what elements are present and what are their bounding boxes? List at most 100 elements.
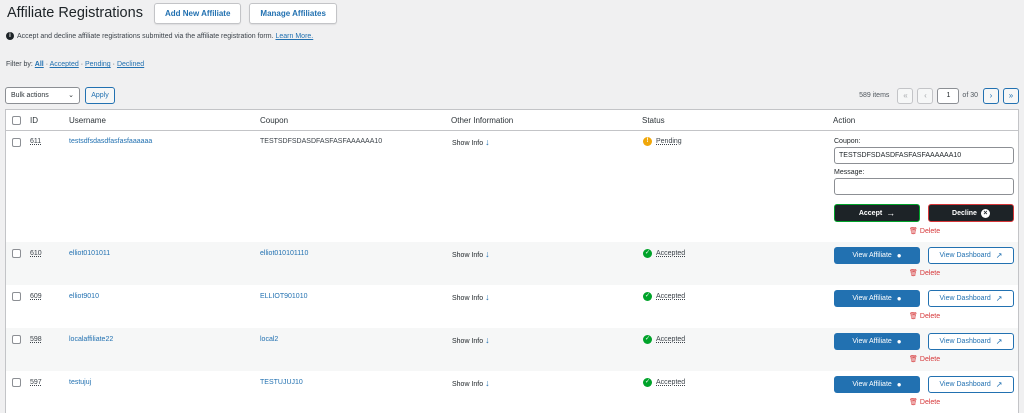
view-affiliate-label: View Affiliate [852,381,892,388]
delete-link[interactable]: 🗑 Delete [909,355,940,364]
total-pages: of 30 [962,92,978,99]
close-circle-icon: × [980,208,990,218]
show-info-toggle[interactable]: Show Info ↓ [452,335,490,345]
row-checkbox[interactable] [12,292,21,301]
show-info-toggle[interactable]: Show Info ↓ [452,292,490,302]
status-badge: ✓ Accepted [643,378,685,387]
external-link-icon: ↗ [995,251,1003,260]
chevron-down-icon: ⌄ [68,92,74,99]
coupon-field-label: Coupon: [834,138,861,145]
status-badge: ! Pending [643,137,682,146]
view-dashboard-button[interactable]: View Dashboard ↗ [928,333,1014,350]
view-dashboard-label: View Dashboard [939,338,991,345]
filter-pending-link[interactable]: Pending [85,61,111,68]
show-info-toggle[interactable]: Show Info ↓ [452,378,490,388]
view-dashboard-button[interactable]: View Dashboard ↗ [928,247,1014,264]
view-dashboard-label: View Dashboard [939,381,991,388]
decline-button[interactable]: Decline × [928,204,1014,222]
bulk-actions-select[interactable]: Bulk actions ⌄ [5,87,80,104]
manage-affiliates-button[interactable]: Manage Affiliates [249,2,337,24]
table-row: 597 testujuj TESTUJUJ10 Show Info ↓ ✓ Ac… [6,371,1018,413]
column-username[interactable]: Username [69,110,106,131]
delete-label: Delete [919,398,941,406]
message-input[interactable] [834,178,1014,195]
filter-all-link[interactable]: All [35,61,44,68]
row-checkbox[interactable] [12,138,21,147]
status-label: Accepted [656,250,686,257]
prev-page-button[interactable]: ‹ [917,87,934,104]
view-affiliate-button[interactable]: View Affiliate ● [834,376,920,393]
delete-link[interactable]: 🗑 Delete [909,227,940,236]
add-new-affiliate-button[interactable]: Add New Affiliate [153,2,242,24]
row-checkbox[interactable] [12,378,21,387]
trash-icon: 🗑 [909,313,918,320]
table-row: 611 testsdfsdasdfasfasfaaaaaa TESTSDFSDA… [6,131,1018,242]
external-link-icon: ↗ [995,380,1003,389]
learn-more-link[interactable]: Learn More. [276,33,314,40]
row-username-link[interactable]: testsdfsdasdfasfasfaaaaaa [69,138,152,145]
tablenav: Bulk actions ⌄ Apply 589 items « ‹ 1 of … [5,87,1019,104]
trash-icon: 🗑 [909,228,918,235]
row-coupon-link[interactable]: elliot010101110 [260,250,308,257]
row-username-link[interactable]: elliot0101011 [69,250,110,257]
row-id: 598 [30,336,42,343]
select-all-checkbox[interactable] [12,116,21,125]
view-affiliate-button[interactable]: View Affiliate ● [834,333,920,350]
row-coupon-link[interactable]: TESTUJUJ10 [260,379,303,386]
decline-label: Decline [952,209,977,217]
user-icon: ● [896,251,902,260]
check-circle-icon: ✓ [643,335,652,344]
view-dashboard-button[interactable]: View Dashboard ↗ [928,376,1014,393]
row-username-link[interactable]: localaffiliate22 [69,336,113,343]
accept-button[interactable]: Accept → [834,204,920,222]
view-affiliate-label: View Affiliate [852,295,892,302]
show-info-label: Show Info [452,381,484,388]
row-coupon-link[interactable]: local2 [260,336,278,343]
column-other-information: Other Information [451,116,514,125]
last-page-button[interactable]: » [1003,87,1019,104]
coupon-input[interactable]: TESTSDFSDASDFASFASFAAAAAA10 [834,147,1014,164]
user-icon: ● [896,337,902,346]
first-page-button[interactable]: « [897,87,914,104]
info-icon: i [6,32,14,40]
show-info-label: Show Info [452,140,484,147]
table-row: 609 elliot9010 ELLIOT901010 Show Info ↓ … [6,285,1018,328]
external-link-icon: ↗ [995,337,1003,346]
next-page-button[interactable]: › [983,87,999,104]
row-username-link[interactable]: elliot9010 [69,293,99,300]
show-info-toggle[interactable]: Show Info ↓ [452,137,490,147]
user-icon: ● [896,294,902,303]
delete-link[interactable]: 🗑 Delete [909,312,940,321]
notice-text: Accept and decline affiliate registratio… [17,32,274,40]
status-label: Accepted [656,379,686,386]
title-row: Affiliate Registrations Add New Affiliat… [7,2,345,24]
view-affiliate-button[interactable]: View Affiliate ● [834,247,920,264]
arrow-down-icon: ↓ [485,335,490,345]
row-checkbox[interactable] [12,335,21,344]
trash-icon: 🗑 [909,399,918,406]
view-affiliate-button[interactable]: View Affiliate ● [834,290,920,307]
table-row: 598 localaffiliate22 local2 Show Info ↓ … [6,328,1018,371]
filter-declined-link[interactable]: Declined [117,61,144,68]
apply-button[interactable]: Apply [85,87,115,104]
row-username-link[interactable]: testujuj [69,379,91,386]
column-coupon: Coupon [260,116,289,125]
show-info-toggle[interactable]: Show Info ↓ [452,249,490,259]
view-affiliate-label: View Affiliate [852,338,892,345]
column-id[interactable]: ID [30,110,38,131]
arrow-down-icon: ↓ [485,378,490,388]
delete-link[interactable]: 🗑 Delete [909,269,940,278]
row-coupon-link[interactable]: ELLIOT901010 [260,293,307,300]
check-circle-icon: ✓ [643,292,652,301]
row-checkbox[interactable] [12,249,21,258]
check-circle-icon: ✓ [643,378,652,387]
delete-link[interactable]: 🗑 Delete [909,398,941,407]
current-page-input[interactable]: 1 [937,87,960,104]
row-coupon: TESTSDFSDASDFASFASFAAAAAA10 [260,138,383,145]
filter-bar: Filter by: All · Accepted · Pending · De… [6,61,144,68]
trash-icon: 🗑 [909,270,918,277]
row-id: 611 [30,138,42,145]
check-circle-icon: ✓ [643,249,652,258]
view-dashboard-button[interactable]: View Dashboard ↗ [928,290,1014,307]
filter-accepted-link[interactable]: Accepted [50,61,79,68]
